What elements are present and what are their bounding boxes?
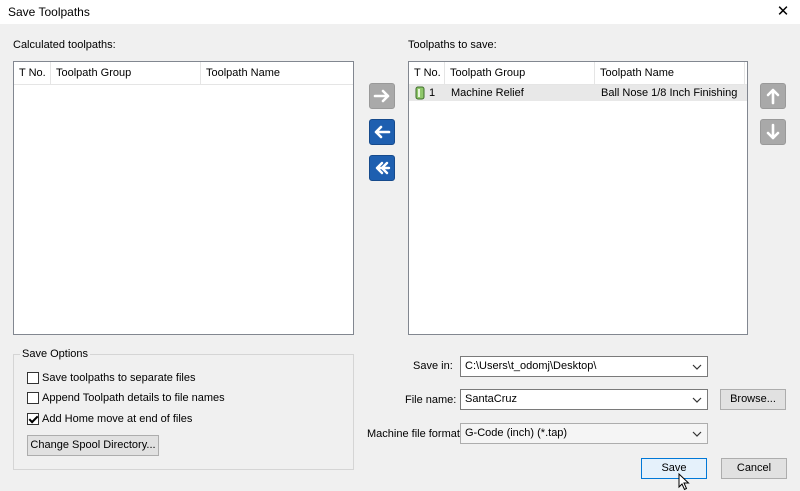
arrow-right-icon — [373, 89, 390, 103]
move-down-button[interactable] — [760, 119, 786, 145]
machine-file-format-value: G-Code (inch) (*.tap) — [465, 427, 568, 439]
chevron-down-icon — [692, 397, 702, 403]
title-bar: Save Toolpaths ✕ — [0, 0, 800, 24]
move-all-left-button[interactable] — [369, 155, 395, 181]
change-spool-directory-button[interactable]: Change Spool Directory... — [27, 435, 159, 456]
save-in-value: C:\Users\t_odomj\Desktop\ — [465, 360, 597, 372]
column-t-no[interactable]: T No. — [14, 62, 51, 84]
row-toolpath-name: Ball Nose 1/8 Inch Finishing — [601, 87, 738, 99]
file-name-label: File name: — [405, 394, 457, 406]
chevron-down-icon — [692, 431, 702, 437]
column-t-no[interactable]: T No. — [409, 62, 445, 84]
list-header: T No. Toolpath Group Toolpath Name — [409, 62, 747, 85]
calculated-toolpaths-label: Calculated toolpaths: — [13, 39, 116, 51]
separate-files-label[interactable]: Save toolpaths to separate files — [42, 372, 195, 384]
move-right-button[interactable] — [369, 83, 395, 109]
arrow-down-icon — [766, 123, 780, 140]
row-toolpath-group: Machine Relief — [451, 87, 524, 99]
window-title: Save Toolpaths — [8, 5, 90, 19]
column-toolpath-group[interactable]: Toolpath Group — [445, 62, 595, 84]
toolpaths-to-save-list[interactable]: T No. Toolpath Group Toolpath Name 1 Mac… — [408, 61, 748, 335]
column-toolpath-group[interactable]: Toolpath Group — [51, 62, 201, 84]
append-details-checkbox[interactable] — [27, 392, 39, 404]
list-header: T No. Toolpath Group Toolpath Name — [14, 62, 353, 85]
add-home-label[interactable]: Add Home move at end of files — [42, 413, 192, 425]
table-row[interactable]: 1 Machine Relief Ball Nose 1/8 Inch Fini… — [409, 85, 747, 101]
chevron-down-icon — [692, 364, 702, 370]
save-in-combo[interactable]: C:\Users\t_odomj\Desktop\ — [460, 356, 708, 377]
calculated-toolpaths-list[interactable]: T No. Toolpath Group Toolpath Name — [13, 61, 354, 335]
file-name-combo[interactable]: SantaCruz — [460, 389, 708, 410]
move-up-button[interactable] — [760, 83, 786, 109]
column-toolpath-name[interactable]: Toolpath Name — [201, 62, 353, 84]
file-name-value: SantaCruz — [465, 393, 517, 405]
browse-button[interactable]: Browse... — [720, 389, 786, 410]
move-left-button[interactable] — [369, 119, 395, 145]
machine-file-format-combo[interactable]: G-Code (inch) (*.tap) — [460, 423, 708, 444]
arrow-left-icon — [374, 125, 391, 139]
toolpaths-to-save-label: Toolpaths to save: — [408, 39, 497, 51]
close-icon[interactable]: ✕ — [774, 3, 792, 21]
add-home-checkbox[interactable] — [27, 413, 39, 425]
separate-files-checkbox[interactable] — [27, 372, 39, 384]
save-button[interactable]: Save — [641, 458, 707, 479]
mouse-cursor-icon — [678, 473, 690, 491]
tool-bit-icon — [415, 86, 425, 100]
save-toolpaths-dialog: Save Toolpaths ✕ Calculated toolpaths: T… — [0, 0, 800, 491]
arrow-up-icon — [766, 88, 780, 105]
row-t-no: 1 — [429, 87, 436, 99]
cancel-button[interactable]: Cancel — [721, 458, 787, 479]
save-in-label: Save in: — [413, 360, 453, 372]
machine-file-format-label: Machine file format: — [367, 428, 463, 440]
column-toolpath-name[interactable]: Toolpath Name — [595, 62, 745, 84]
double-arrow-left-icon — [375, 161, 391, 175]
append-details-label[interactable]: Append Toolpath details to file names — [42, 392, 225, 404]
save-options-title: Save Options — [20, 348, 91, 360]
